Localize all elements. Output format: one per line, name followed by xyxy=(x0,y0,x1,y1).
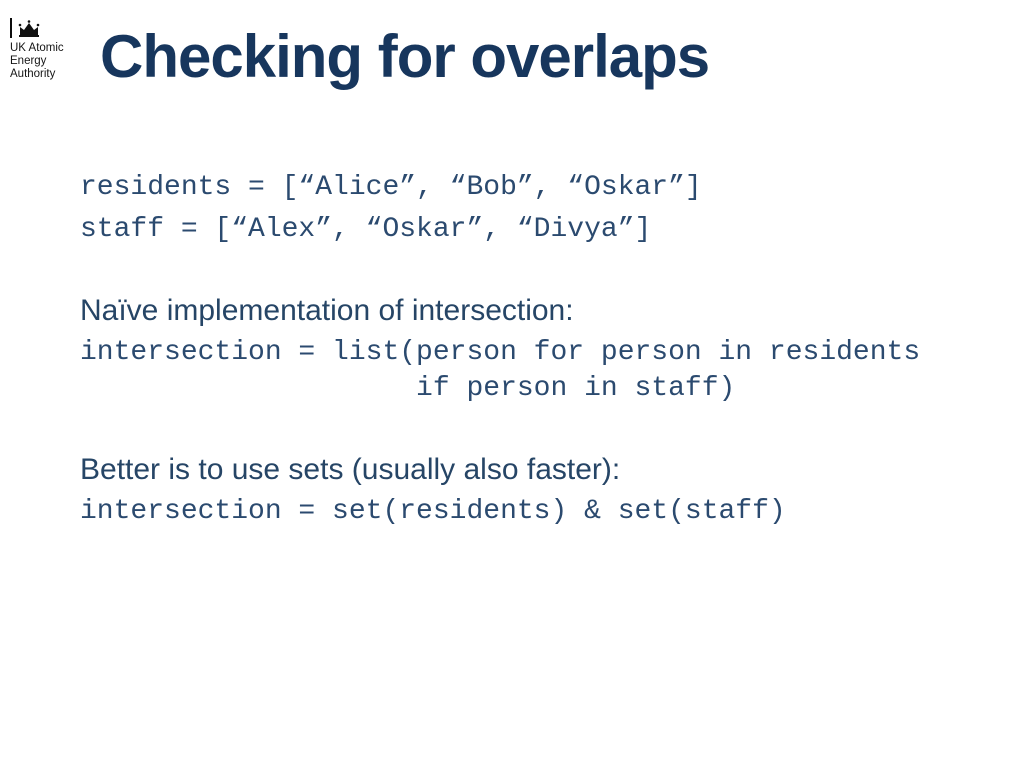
crown-icon xyxy=(10,18,80,38)
code-sets: intersection = set(residents) & set(staf… xyxy=(80,494,964,530)
org-logo: UK Atomic Energy Authority xyxy=(10,18,80,82)
code-residents: residents = [“Alice”, “Bob”, “Oskar”] xyxy=(80,170,964,206)
slide: UK Atomic Energy Authority Checking for … xyxy=(0,0,1024,768)
code-naive-line1: intersection = list(person for person in… xyxy=(80,335,964,371)
code-naive-line2: if person in staff) xyxy=(80,371,964,407)
org-name-line2: Energy xyxy=(10,55,80,68)
prose-better: Better is to use sets (usually also fast… xyxy=(80,452,964,488)
org-name-line1: UK Atomic xyxy=(10,42,80,55)
slide-body: residents = [“Alice”, “Bob”, “Oskar”] st… xyxy=(80,170,964,530)
org-name: UK Atomic Energy Authority xyxy=(10,42,80,82)
prose-naive: Naïve implementation of intersection: xyxy=(80,293,964,329)
slide-title: Checking for overlaps xyxy=(100,22,709,91)
org-name-line3: Authority xyxy=(10,68,80,81)
code-staff: staff = [“Alex”, “Oskar”, “Divya”] xyxy=(80,212,964,248)
